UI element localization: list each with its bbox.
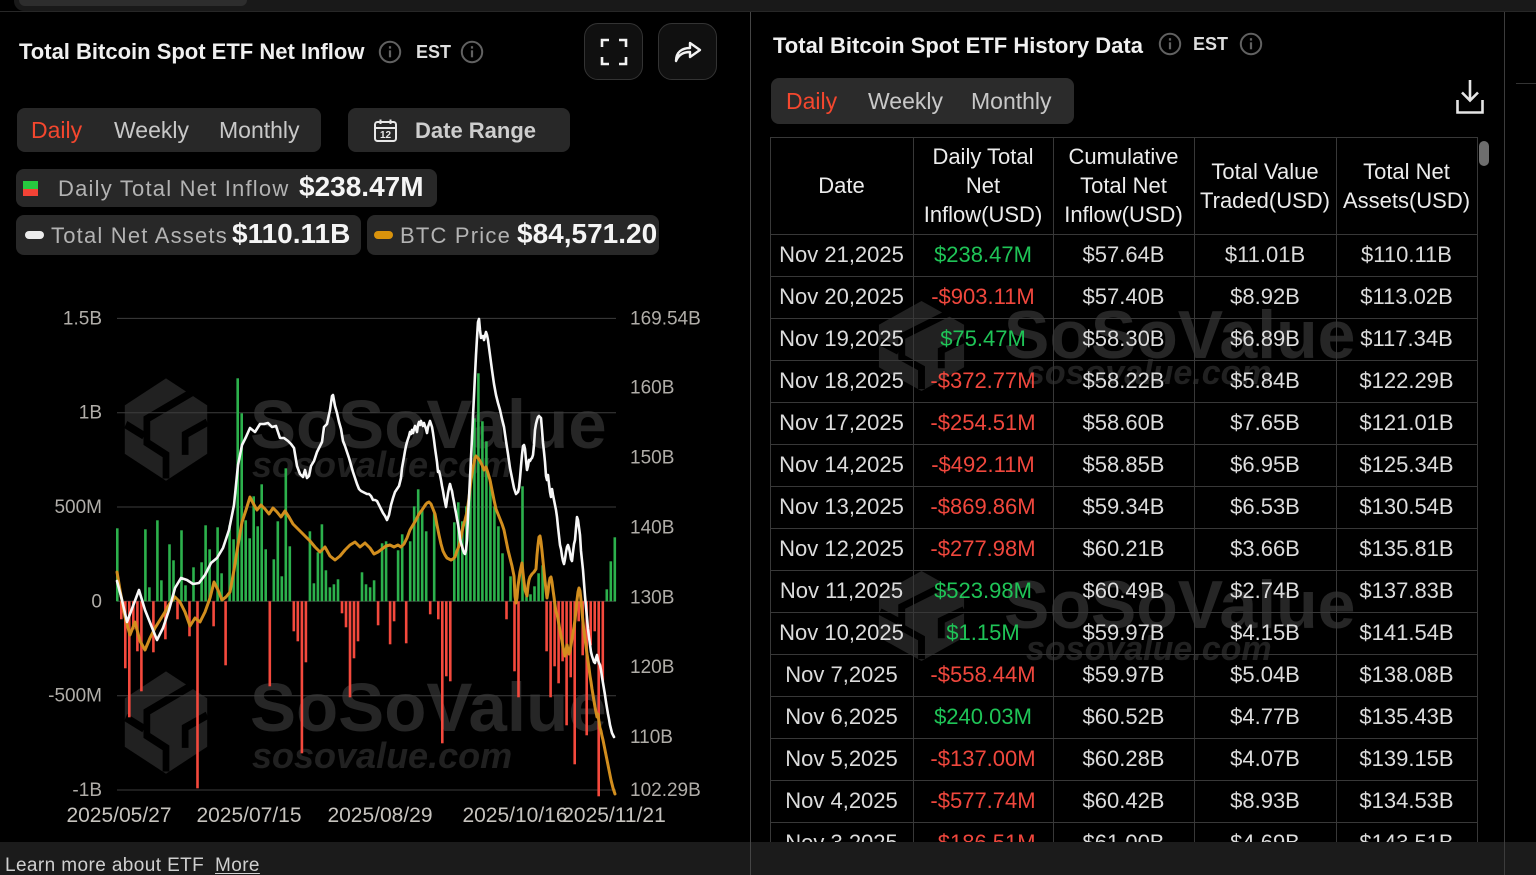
svg-text:1B: 1B [79,403,102,424]
svg-text:169.54B: 169.54B [630,308,701,329]
svg-text:-1B: -1B [72,780,102,801]
svg-text:-500M: -500M [48,686,102,707]
svg-text:1.5B: 1.5B [63,308,102,329]
svg-text:2025/05/27: 2025/05/27 [66,804,171,827]
svg-text:160B: 160B [630,378,674,399]
svg-text:2025/07/15: 2025/07/15 [196,804,301,827]
svg-text:2025/10/16: 2025/10/16 [462,804,567,827]
svg-text:120B: 120B [630,657,674,678]
svg-text:12: 12 [380,130,392,141]
svg-text:150B: 150B [630,448,674,469]
svg-text:110B: 110B [630,727,673,748]
svg-text:500M: 500M [54,497,102,518]
svg-text:0: 0 [91,591,102,612]
svg-text:140B: 140B [630,518,674,539]
svg-text:102.29B: 102.29B [630,780,701,801]
svg-text:130B: 130B [630,588,674,609]
svg-text:2025/08/29: 2025/08/29 [327,804,432,827]
svg-text:2025/11/21: 2025/11/21 [562,804,666,827]
